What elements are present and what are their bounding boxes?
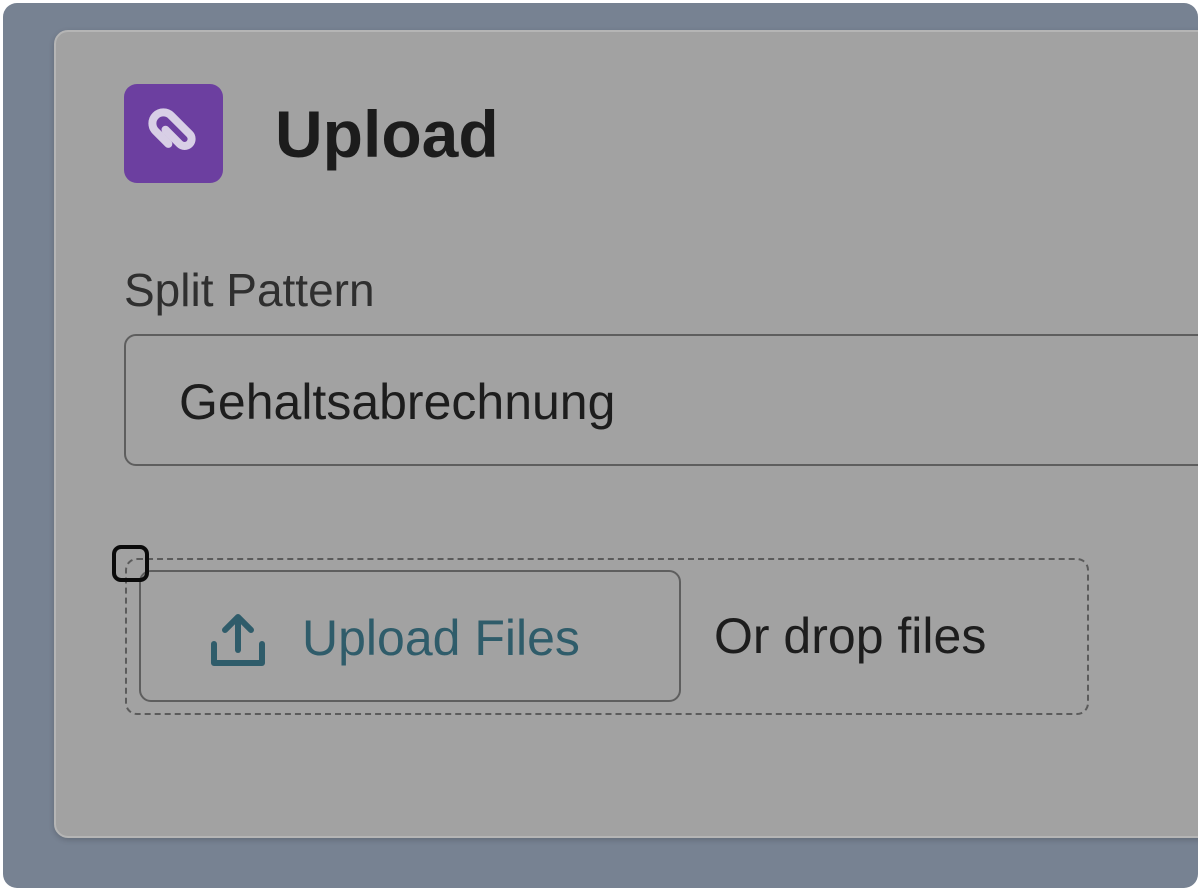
upload-panel: Upload Split Pattern Gehaltsabrechnung U… <box>54 30 1198 838</box>
split-pattern-value: Gehaltsabrechnung <box>179 374 616 430</box>
upload-icon <box>211 614 265 666</box>
viewport: Upload Split Pattern Gehaltsabrechnung U… <box>0 0 1200 891</box>
modal-backdrop: Upload Split Pattern Gehaltsabrechnung U… <box>3 3 1198 888</box>
page-title: Upload <box>275 97 499 171</box>
split-pattern-label: Split Pattern <box>124 264 375 316</box>
focus-indicator <box>112 545 149 582</box>
upload-files-label: Upload Files <box>302 610 580 666</box>
paperclip-icon <box>124 84 223 183</box>
split-pattern-select[interactable]: Gehaltsabrechnung <box>124 334 1198 466</box>
upload-files-button[interactable]: Upload Files <box>139 570 681 702</box>
drop-files-text: Or drop files <box>714 608 987 664</box>
